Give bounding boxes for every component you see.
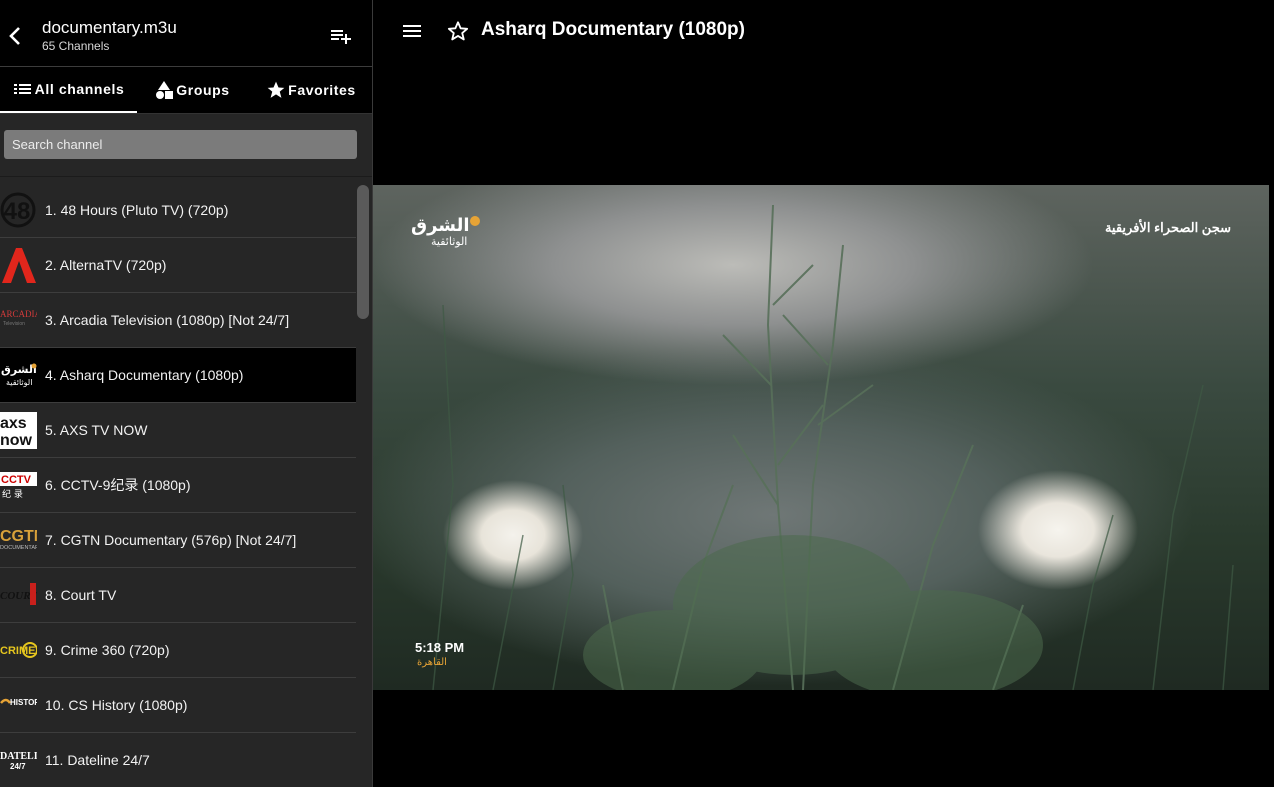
search-bar: [0, 114, 372, 177]
video-foliage: [432, 204, 1234, 690]
channel-logo-arcadia: ARCADIA Television: [0, 302, 37, 339]
clock-overlay: 5:18 PM: [415, 640, 465, 655]
svg-text:الشرق: الشرق: [411, 215, 470, 236]
now-playing-title: Asharq Documentary (1080p): [481, 19, 745, 40]
tab-favorites[interactable]: Favorites: [254, 67, 368, 113]
star-icon: [266, 80, 286, 100]
channel-row[interactable]: 2. AlternaTV (720p): [0, 238, 356, 293]
channel-row[interactable]: HISTORY 10. CS History (1080p): [0, 678, 356, 733]
channel-list: 48 1. 48 Hours (Pluto TV) (720p) 2. Alte…: [0, 183, 356, 787]
svg-text:DOCUMENTARY: DOCUMENTARY: [0, 545, 37, 551]
channel-row[interactable]: axs now 5. AXS TV NOW: [0, 403, 356, 458]
channel-row[interactable]: CGTNDOCUMENTARY 7. CGTN Documentary (576…: [0, 513, 356, 568]
channel-name: 9. Crime 360 (720p): [45, 642, 170, 658]
search-input[interactable]: [4, 130, 357, 159]
channel-name: 10. CS History (1080p): [45, 697, 188, 713]
svg-text:الوثائقية: الوثائقية: [6, 378, 32, 387]
channel-name: 8. Court TV: [45, 587, 117, 603]
svg-text:24/7: 24/7: [10, 762, 26, 771]
channel-name: 6. CCTV-9纪录 (1080p): [45, 477, 191, 493]
svg-text:CCTV: CCTV: [1, 474, 32, 486]
tab-label: Favorites: [288, 82, 356, 98]
svg-text:CGTN: CGTN: [0, 528, 37, 545]
svg-text:now: now: [0, 432, 33, 449]
svg-text:DATELINE: DATELINE: [0, 751, 37, 762]
channel-logo-court-tv: COURT: [0, 577, 37, 614]
scrollbar-thumb[interactable]: [357, 185, 369, 319]
playlist-header: documentary.m3u 65 Channels: [0, 0, 372, 67]
channel-name: 11. Dateline 24/7: [45, 752, 150, 768]
star-outline-icon: [447, 21, 469, 41]
video-player[interactable]: الشرق الوثائقية سجن الصحراء الأفريقية 5:…: [373, 185, 1269, 690]
channel-watermark-logo: الشرق الوثائقية: [411, 213, 491, 254]
tab-all-channels[interactable]: All channels: [0, 67, 137, 113]
back-button[interactable]: [4, 22, 26, 50]
channel-row[interactable]: COURT 8. Court TV: [0, 568, 356, 623]
svg-text:axs: axs: [0, 415, 27, 432]
channel-name: 4. Asharq Documentary (1080p): [45, 367, 244, 383]
playlist-add-icon: [331, 30, 351, 44]
list-icon: [13, 82, 33, 96]
channel-name: 5. AXS TV NOW: [45, 422, 148, 438]
svg-text:الشرق: الشرق: [1, 363, 37, 376]
channel-row[interactable]: CCTV 纪 录 6. CCTV-9纪录 (1080p): [0, 458, 356, 513]
channel-row[interactable]: ARCADIA Television 3. Arcadia Television …: [0, 293, 356, 348]
channel-logo-alternatv: [0, 247, 37, 284]
svg-text:纪 录: 纪 录: [2, 488, 23, 500]
svg-text:48: 48: [4, 198, 31, 225]
channel-logo-asharq: الشرق الوثائقية: [0, 357, 37, 394]
svg-text:CRIME: CRIME: [0, 645, 35, 657]
favorite-toggle-button[interactable]: [447, 20, 469, 42]
add-playlist-button[interactable]: [328, 24, 354, 48]
channel-logo-cs-history: HISTORY: [0, 687, 37, 724]
channel-logo-crime-360: CRIME: [0, 632, 37, 669]
playlist-title: documentary.m3u: [42, 18, 177, 37]
channel-logo-48-hours: 48: [0, 192, 37, 229]
shapes-icon: [154, 80, 174, 100]
city-overlay: القاهرة: [417, 657, 447, 668]
player-area: Asharq Documentary (1080p) الشرق الوثائق…: [373, 0, 1274, 787]
channel-logo-cgtn: CGTNDOCUMENTARY: [0, 522, 37, 559]
channel-logo-cctv9: CCTV 纪 录: [0, 467, 37, 504]
channel-sidebar: documentary.m3u 65 Channels All channels: [0, 0, 373, 787]
channel-name: 1. 48 Hours (Pluto TV) (720p): [45, 202, 229, 218]
tab-label: Groups: [176, 82, 230, 98]
channel-name: 7. CGTN Documentary (576p) [Not 24/7]: [45, 532, 297, 548]
svg-text:ARCADIA: ARCADIA: [0, 309, 37, 319]
tab-label: All channels: [34, 81, 125, 97]
hamburger-menu-icon: [403, 25, 421, 37]
tab-groups[interactable]: Groups: [137, 67, 247, 113]
chevron-left-icon: [9, 27, 20, 45]
svg-text:Television: Television: [3, 321, 25, 327]
channel-name: 2. AlternaTV (720p): [45, 257, 167, 273]
channel-list-scrollbar[interactable]: [355, 183, 371, 787]
channel-row[interactable]: CRIME 9. Crime 360 (720p): [0, 623, 356, 678]
channel-logo-axs: axs now: [0, 412, 37, 449]
channel-row-selected[interactable]: الشرق الوثائقية 4. Asharq Documentary (10…: [0, 348, 356, 403]
svg-text:الوثائقية: الوثائقية: [431, 235, 467, 248]
channel-count: 65 Channels: [42, 39, 110, 53]
channel-name: 3. Arcadia Television (1080p) [Not 24/7]: [45, 312, 290, 328]
menu-button[interactable]: [401, 20, 423, 42]
channel-tabs: All channels Groups Favorites: [0, 67, 372, 114]
channel-row[interactable]: DATELINE24/7 11. Dateline 24/7: [0, 733, 356, 787]
svg-text:HISTORY: HISTORY: [10, 698, 37, 707]
program-title-overlay: سجن الصحراء الأفريقية: [1104, 220, 1231, 235]
channel-row[interactable]: 48 1. 48 Hours (Pluto TV) (720p): [0, 183, 356, 238]
channel-logo-dateline: DATELINE24/7: [0, 742, 37, 779]
